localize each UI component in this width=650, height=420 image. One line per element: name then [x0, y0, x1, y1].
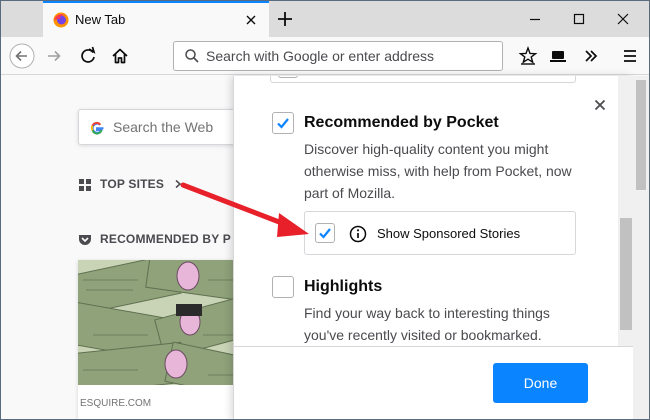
highlights-option-description: Find your way back to interesting things… [304, 302, 594, 346]
navigation-toolbar [1, 37, 649, 75]
sponsored-stories-checkbox[interactable] [315, 223, 335, 243]
search-placeholder: Search the Web [113, 119, 214, 135]
page-scrollbar-thumb[interactable] [636, 80, 646, 190]
close-icon[interactable] [592, 97, 608, 113]
highlights-checkbox[interactable] [272, 276, 294, 298]
address-input[interactable] [206, 42, 496, 70]
address-bar[interactable] [173, 41, 503, 71]
previous-option-checkbox[interactable] [278, 76, 298, 78]
modal-footer: Done [234, 346, 634, 419]
pocket-description-line: otherwise miss, with help from Pocket, n… [304, 163, 572, 179]
page-scrollbar[interactable] [633, 76, 649, 419]
checkmark-icon [319, 228, 331, 239]
firefox-icon [53, 12, 69, 28]
top-sites-heading[interactable]: TOP SITES [100, 177, 164, 191]
web-search-box[interactable]: Search the Web [78, 109, 258, 145]
pocket-option-description: Discover high-quality content you might … [304, 138, 594, 204]
pocket-option-title: Recommended by Pocket [304, 114, 499, 131]
tab-strip: New Tab [1, 1, 649, 37]
tab-new-tab[interactable]: New Tab [43, 1, 269, 37]
close-tab-icon[interactable] [243, 12, 259, 28]
pocket-icon [79, 235, 91, 245]
search-icon [185, 49, 199, 63]
library-star-icon[interactable] [515, 43, 541, 69]
synced-tabs-icon[interactable] [545, 43, 571, 69]
highlights-description-line: Find your way back to interesting things [304, 305, 550, 321]
forward-arrow-icon[interactable] [41, 43, 67, 69]
card-source: ESQUIRE.COM [80, 398, 152, 409]
highlights-option-title: Highlights [304, 278, 383, 295]
pocket-checkbox[interactable] [272, 112, 294, 134]
reload-icon[interactable] [75, 43, 101, 69]
maximize-icon[interactable] [569, 9, 589, 29]
tab-title: New Tab [75, 12, 126, 27]
new-tab-plus-icon[interactable] [273, 7, 297, 31]
hamburger-menu-icon[interactable] [617, 43, 643, 69]
modal-scrollbar[interactable] [618, 76, 634, 346]
scrollbar-thumb[interactable] [620, 218, 632, 330]
content-preferences-modal: Recommended by Pocket Discover high-qual… [233, 76, 634, 419]
browser-window: New Tab Search with Google or enter addr… [0, 0, 650, 420]
info-icon[interactable] [349, 225, 367, 243]
close-window-icon[interactable] [613, 9, 633, 29]
checkmark-icon [277, 118, 289, 129]
overflow-chevrons-icon[interactable] [578, 43, 604, 69]
done-button[interactable]: Done [493, 363, 588, 403]
home-icon[interactable] [107, 43, 133, 69]
grid-icon [79, 179, 91, 191]
pocket-description-line: Discover high-quality content you might [304, 141, 549, 157]
google-icon [90, 121, 104, 135]
minimize-icon[interactable] [525, 9, 545, 29]
pocket-description-line: part of Mozilla. [304, 185, 396, 201]
highlights-description-line: you've recently visited or bookmarked. [304, 327, 542, 343]
back-arrow-icon[interactable] [9, 43, 35, 69]
modal-scroll-area[interactable]: Recommended by Pocket Discover high-qual… [234, 76, 618, 346]
money-collage-image [78, 260, 248, 385]
previous-option-box [270, 76, 576, 83]
chevron-right-icon[interactable] [173, 179, 183, 189]
sponsored-stories-option: Show Sponsored Stories [304, 211, 576, 255]
sponsored-stories-label: Show Sponsored Stories [377, 226, 521, 241]
pocket-story-card[interactable]: ESQUIRE.COM [78, 260, 248, 419]
recommended-by-pocket-heading[interactable]: RECOMMENDED BY P [100, 232, 231, 246]
